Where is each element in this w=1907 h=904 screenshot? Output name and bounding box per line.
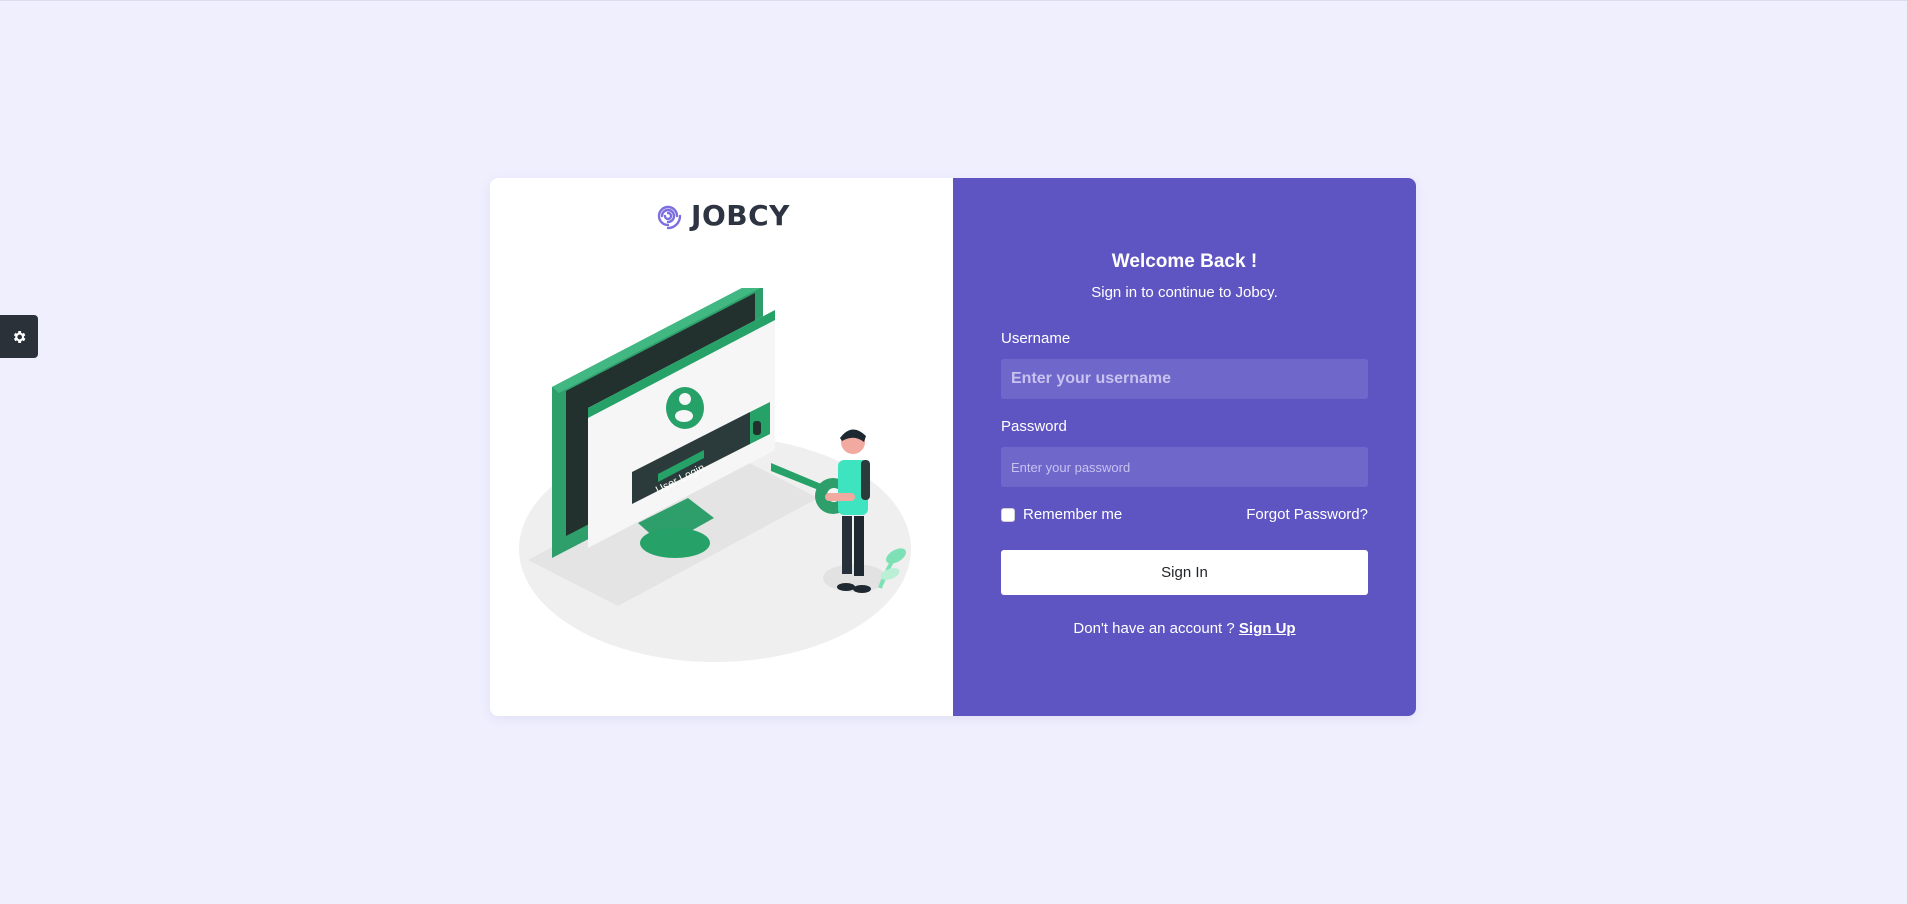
username-label: Username xyxy=(1001,330,1071,347)
welcome-subtitle: Sign in to continue to Jobcy. xyxy=(1091,284,1278,301)
illustration-panel: JOBCY User Login xyxy=(490,178,953,716)
signup-prompt-text: Don't have an account ? xyxy=(1073,620,1235,637)
sign-in-button[interactable]: Sign In xyxy=(1001,550,1368,595)
sign-up-link[interactable]: Sign Up xyxy=(1239,620,1296,637)
remember-me-checkbox[interactable] xyxy=(1001,507,1015,522)
settings-toggle-button[interactable] xyxy=(0,315,38,358)
remember-me-label: Remember me xyxy=(1023,506,1123,523)
gear-icon xyxy=(13,330,26,343)
username-input[interactable] xyxy=(1001,359,1368,399)
password-label: Password xyxy=(1001,418,1067,435)
welcome-heading: Welcome Back ! xyxy=(1111,251,1258,272)
login-card: JOBCY User Login Welcome Back ! Sign in … xyxy=(490,178,1416,716)
signup-prompt: Don't have an account ? Sign Up xyxy=(953,620,1416,637)
login-illustration: User Login xyxy=(519,288,911,662)
spiral-logo-icon xyxy=(657,205,682,229)
top-border xyxy=(0,0,1907,1)
sign-in-panel: Welcome Back ! Sign in to continue to Jo… xyxy=(953,178,1416,716)
password-input[interactable] xyxy=(1001,447,1368,487)
forgot-password-link[interactable]: Forgot Password? xyxy=(1246,506,1368,523)
brand-name: JOBCY xyxy=(691,199,790,232)
remember-me-control[interactable]: Remember me xyxy=(1001,506,1122,523)
brand-logo[interactable]: JOBCY xyxy=(490,199,953,232)
